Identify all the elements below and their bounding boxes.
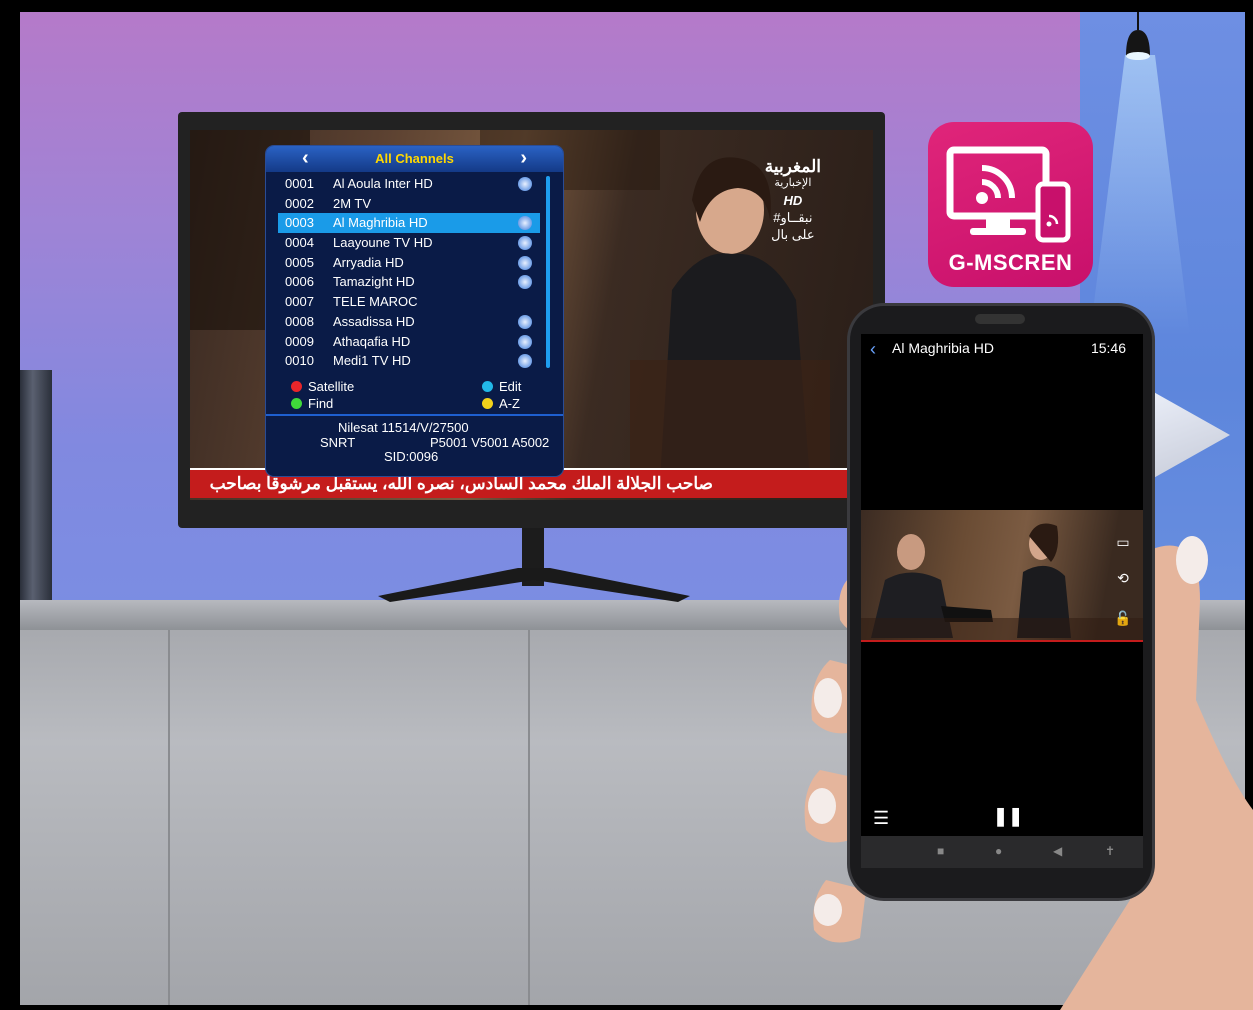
hd-badge-icon: [518, 275, 532, 290]
channel-row[interactable]: 0007 TELE MAROC: [278, 292, 540, 312]
floor-post: [20, 370, 52, 610]
channel-number: 0001: [285, 176, 314, 191]
cabinet-divider: [528, 630, 530, 1005]
video-player[interactable]: ▭ ⟲ 🔓: [861, 510, 1143, 642]
key-edit[interactable]: Edit: [482, 379, 521, 394]
logo-text: المغربية: [764, 157, 821, 176]
channel-number: 0004: [285, 235, 314, 251]
channel-title: Al Maghribia HD: [892, 340, 994, 356]
channel-list: 0001 Al Aoula Inter HD 0002 2M TV 0003 Al Mag…: [278, 174, 540, 371]
hd-badge-icon: [518, 216, 532, 231]
green-dot-icon: [291, 398, 302, 409]
channel-number: 0005: [285, 254, 314, 270]
clock: 15:46: [1090, 340, 1126, 356]
channel-name: Athaqafia HD: [333, 333, 411, 349]
channel-name: Al Aoula Inter HD: [333, 176, 433, 191]
cabinet-divider: [168, 630, 170, 1005]
channel-name: Laayoune TV HD: [333, 235, 433, 251]
channel-name: Arryadia HD: [333, 254, 404, 270]
menu-title: All Channels: [375, 151, 454, 166]
video-scene: [861, 523, 1143, 642]
channel-name: Tamazight HD: [333, 274, 415, 290]
menu-header: ‹ All Channels ›: [266, 146, 563, 172]
channel-row[interactable]: 0005 Arryadia HD: [278, 253, 540, 273]
screen-cast-icon: [946, 146, 1071, 243]
app-icon[interactable]: G-MSCREN: [928, 122, 1093, 287]
rotate-icon[interactable]: ⟲: [1111, 566, 1135, 590]
transponder-info: Nilesat 11514/V/27500: [338, 420, 469, 435]
accessibility-icon[interactable]: ✝: [1105, 844, 1115, 858]
key-az[interactable]: A-Z: [482, 396, 520, 411]
ceiling-lamp-icon: [1126, 12, 1150, 60]
channel-number: 0006: [285, 274, 314, 290]
hd-badge-icon: [518, 236, 532, 251]
scrollbar[interactable]: [546, 176, 550, 368]
pid-info: P5001 V5001 A5002: [430, 435, 550, 450]
channel-name: 2M TV: [333, 195, 372, 211]
record-icon[interactable]: ▭: [1111, 530, 1135, 554]
channel-row[interactable]: 0010 Medi1 TV HD: [278, 351, 540, 371]
logo-hashtag: على بال: [771, 227, 815, 242]
list-icon[interactable]: ☰: [873, 808, 889, 829]
channel-list-menu: ‹ All Channels › 0001 Al Aoula Inter HD 00…: [266, 146, 563, 476]
channel-row[interactable]: 0008 Assadissa HD: [278, 312, 540, 332]
channel-name: Medi1 TV HD: [333, 353, 411, 369]
channel-number: 0008: [285, 313, 314, 329]
hd-badge-icon: [518, 177, 532, 191]
app-name: G-MSCREN: [948, 250, 1073, 275]
key-find[interactable]: Find: [291, 396, 333, 411]
logo-hd: HD: [783, 193, 803, 208]
logo-hashtag: #نبقــاو: [773, 210, 813, 225]
home-circle-icon[interactable]: ●: [995, 844, 1002, 858]
key-satellite[interactable]: Satellite: [291, 379, 354, 394]
phone-screen: ‹ Al Maghribia HD 15:46 ▭ ⟲ 🔓 ☰ ❚❚ ■ ● ◀…: [861, 334, 1143, 868]
hd-badge-icon: [518, 255, 532, 270]
channel-number: 0002: [285, 195, 314, 211]
channel-name: Assadissa HD: [333, 313, 415, 329]
android-nav-bar: ■ ● ◀ ✝: [861, 836, 1143, 868]
channel-row[interactable]: 0003 Al Maghribia HD: [278, 213, 540, 234]
chevron-left-icon[interactable]: ‹: [870, 339, 876, 360]
channel-name: TELE MAROC: [333, 294, 418, 310]
hd-badge-icon: [518, 354, 532, 369]
channel-name: Al Maghribia HD: [333, 215, 428, 231]
channel-number: 0003: [285, 215, 314, 231]
hd-badge-icon: [518, 314, 532, 329]
channel-row[interactable]: 0004 Laayoune TV HD: [278, 233, 540, 253]
channel-logo: المغربية الإخبارية HD #نبقــاو على بال: [765, 158, 821, 243]
unlock-icon[interactable]: 🔓: [1111, 606, 1135, 630]
key-label: A-Z: [499, 396, 520, 411]
channel-row[interactable]: 0001 Al Aoula Inter HD: [278, 174, 540, 194]
channel-number: 0009: [285, 333, 314, 349]
red-dot-icon: [291, 381, 302, 392]
phone-speaker: [975, 314, 1025, 324]
channel-row[interactable]: 0002 2M TV: [278, 194, 540, 214]
channel-number: 0007: [285, 294, 314, 310]
key-label: Edit: [499, 379, 522, 394]
video-ticker: [861, 640, 1143, 642]
sid-info: SID:0096: [384, 449, 439, 464]
yellow-dot-icon: [482, 398, 493, 409]
blue-dot-icon: [482, 381, 493, 392]
channel-number: 0010: [285, 353, 314, 369]
scene: المغربية الإخبارية HD #نبقــاو على بال ص…: [0, 0, 1253, 1010]
ticker-text: صاحب الجلالة الملك محمد السادس، نصره الل…: [209, 474, 713, 493]
pause-icon[interactable]: ❚❚: [993, 806, 1023, 827]
back-triangle-icon[interactable]: ◀: [1053, 844, 1062, 858]
logo-text: الإخبارية: [774, 177, 812, 189]
tv-stand-base: [378, 568, 690, 602]
chevron-right-icon[interactable]: ›: [520, 147, 527, 170]
hd-badge-icon: [518, 334, 532, 349]
provider-name: SNRT: [320, 435, 356, 450]
key-label: Satellite: [308, 379, 355, 394]
key-label: Find: [308, 396, 334, 411]
channel-row[interactable]: 0009 Athaqafia HD: [278, 332, 540, 352]
square-icon[interactable]: ■: [937, 844, 944, 858]
divider: [266, 414, 563, 416]
channel-row[interactable]: 0006 Tamazight HD: [278, 272, 540, 292]
